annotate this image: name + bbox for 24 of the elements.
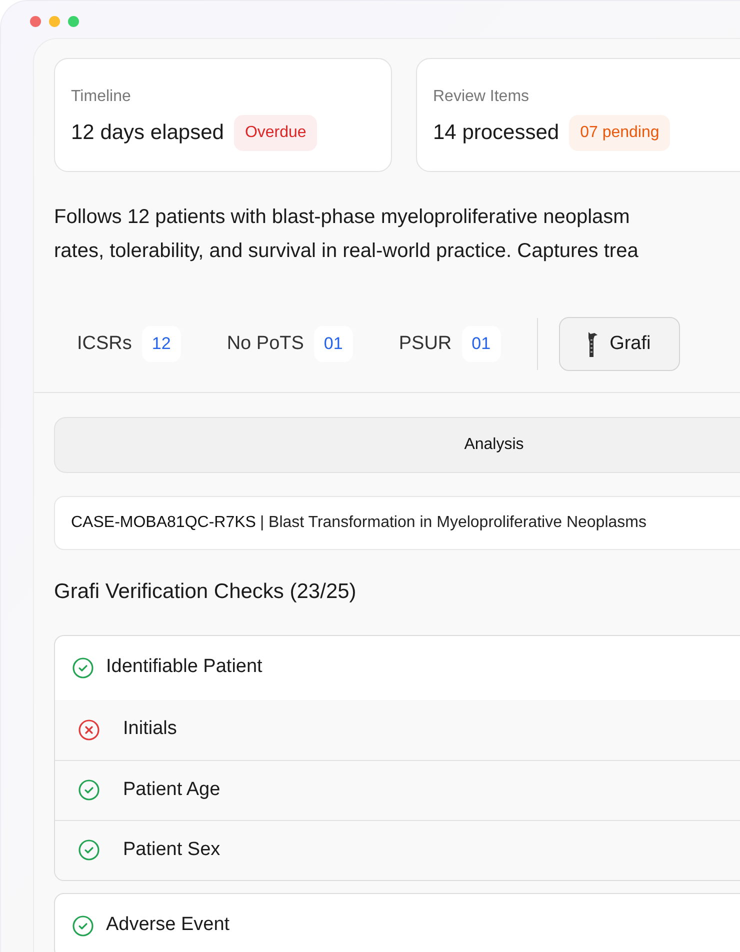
card-value: 12 days elapsed	[71, 120, 224, 146]
checks-heading: Grafi Verification Checks (23/25)	[54, 579, 358, 605]
check-group-title[interactable]: Adverse Event	[106, 911, 230, 940]
case-title: | Blast Transformation in Myeloproliferative Neoplasms	[260, 513, 646, 533]
card-value: 14 processed	[433, 120, 560, 146]
check-item-title: Patient Sex	[123, 838, 220, 862]
check-group-title[interactable]: Identifiable Patient	[106, 653, 262, 682]
counter-label: ICSRs	[77, 332, 132, 356]
case-id: CASE-MOBA81QC-R7KS	[71, 513, 256, 533]
count-badge: 01	[462, 326, 501, 362]
card-label: Review Items	[433, 87, 530, 107]
check-item-title: Initials	[123, 717, 177, 742]
counter-label: No PoTS	[226, 332, 304, 356]
counter-label: PSUR	[398, 332, 452, 356]
analysis-tab[interactable]: Analysis	[55, 418, 740, 472]
case-field[interactable]: CASE-MOBA81QC-R7KS | Blast Transformation in Myeloproliferative Neoplasms	[54, 496, 740, 550]
status-badge: Overdue	[234, 115, 318, 151]
card-label: Timeline	[71, 87, 132, 107]
count-badge: 12	[142, 326, 181, 362]
description-text: Follows 12 patients with blast-phase myeloproliferative neoplasm rates, tolerability, and survival in real-world practice. Captures trea	[53, 205, 640, 264]
grafi-button[interactable]: Grafi	[558, 317, 680, 371]
check-item-title: Patient Age	[123, 778, 220, 802]
status-badge: 07 pending	[569, 115, 670, 151]
count-badge: 01	[314, 326, 353, 362]
